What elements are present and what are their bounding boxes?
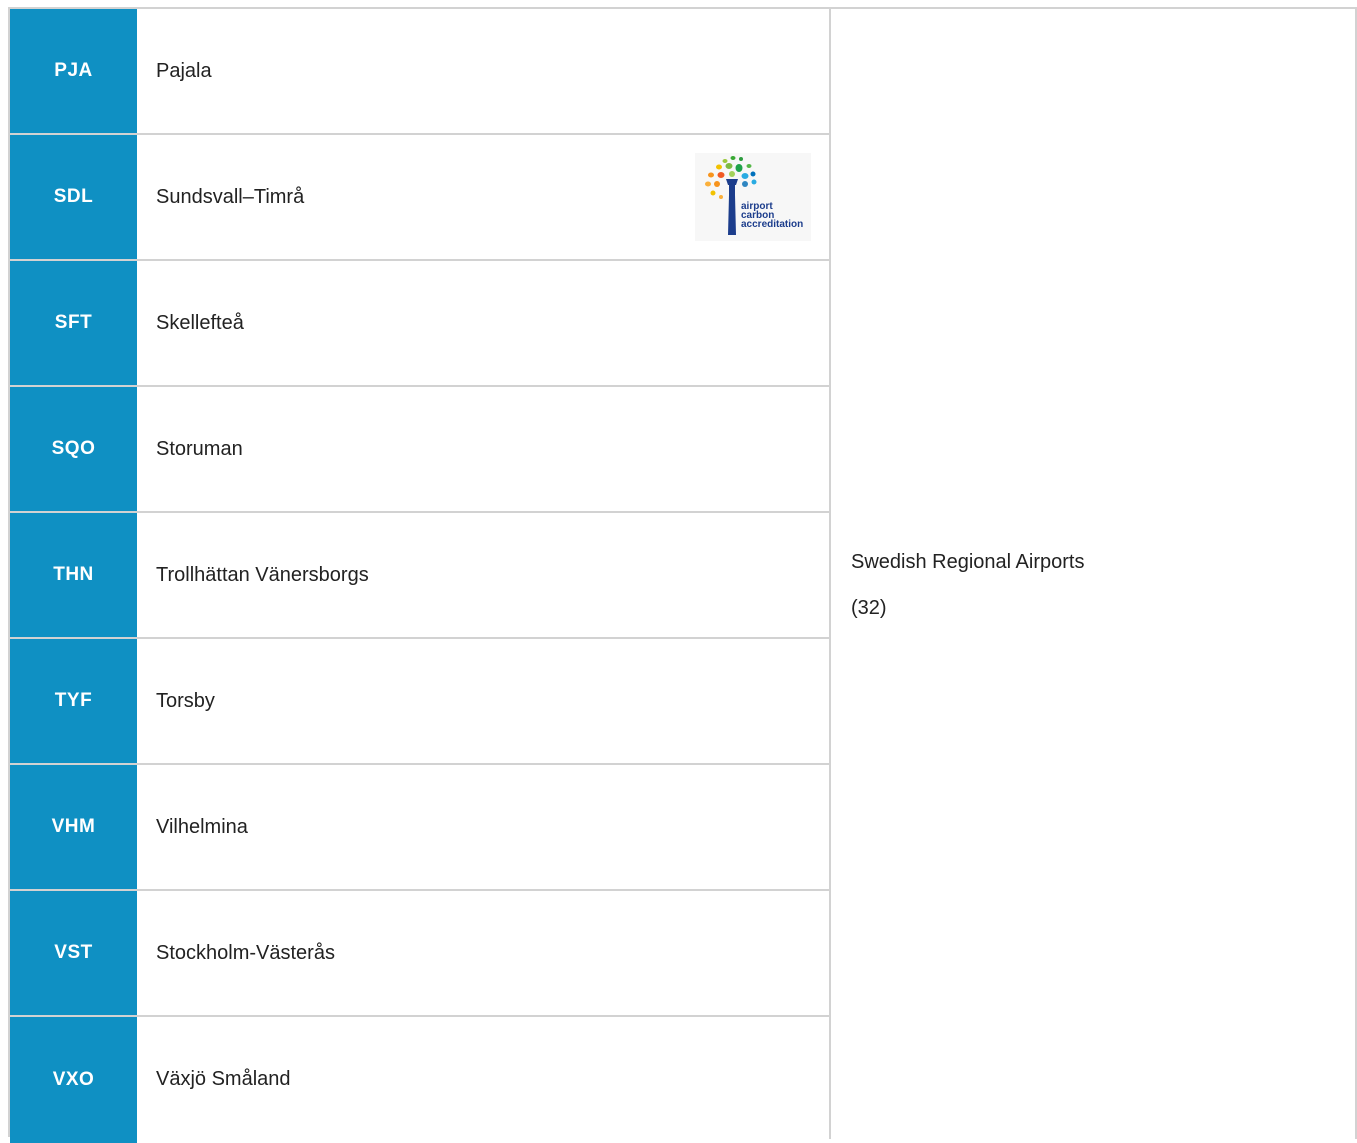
airport-name: Växjö Småland xyxy=(156,1067,291,1090)
airport-code: VHM xyxy=(10,765,137,889)
airport-code: PJA xyxy=(10,9,137,133)
airports-table: PJA Pajala SDL Sundsvall–Timrå airport c… xyxy=(8,7,1357,1143)
airport-code: VST xyxy=(10,891,137,1015)
logo-text: airport carbon accreditation xyxy=(741,201,804,230)
table-row: THN Trollhättan Vänersborgs xyxy=(10,513,829,639)
airport-name: Skellefteå xyxy=(156,311,244,334)
airport-name: Torsby xyxy=(156,689,215,712)
table-row: SQO Storuman xyxy=(10,387,829,513)
airport-name: Sundsvall–Timrå xyxy=(156,185,305,208)
airport-name: Storuman xyxy=(156,437,243,460)
table-row: SDL Sundsvall–Timrå airport carbon accre… xyxy=(10,135,829,261)
airport-code: THN xyxy=(10,513,137,637)
table-row: TYF Torsby xyxy=(10,639,829,765)
group-name: Swedish Regional Airports xyxy=(851,551,1085,573)
airport-name: Pajala xyxy=(156,59,212,82)
table-row: SFT Skellefteå xyxy=(10,261,829,387)
airport-code: TYF xyxy=(10,639,137,763)
table-row: PJA Pajala xyxy=(10,9,829,135)
airport-code: SQO xyxy=(10,387,137,511)
airport-code: SDL xyxy=(10,135,137,259)
airport-code: VXO xyxy=(10,1017,137,1143)
table-row: VHM Vilhelmina xyxy=(10,765,829,891)
airport-name: Vilhelmina xyxy=(156,815,248,838)
airport-group-cell: Swedish Regional Airports (32) xyxy=(831,9,1357,1139)
group-count: (32) xyxy=(851,597,887,619)
table-row: VST Stockholm-Västerås xyxy=(10,891,829,1017)
table-row: VXO Växjö Småland xyxy=(10,1017,829,1143)
airport-rows: PJA Pajala SDL Sundsvall–Timrå airport c… xyxy=(10,9,831,1143)
airport-carbon-accreditation-logo: airport carbon accreditation xyxy=(695,153,811,241)
airport-code: SFT xyxy=(10,261,137,385)
airport-name: Stockholm-Västerås xyxy=(156,941,335,964)
airport-name: Trollhättan Vänersborgs xyxy=(156,563,369,586)
